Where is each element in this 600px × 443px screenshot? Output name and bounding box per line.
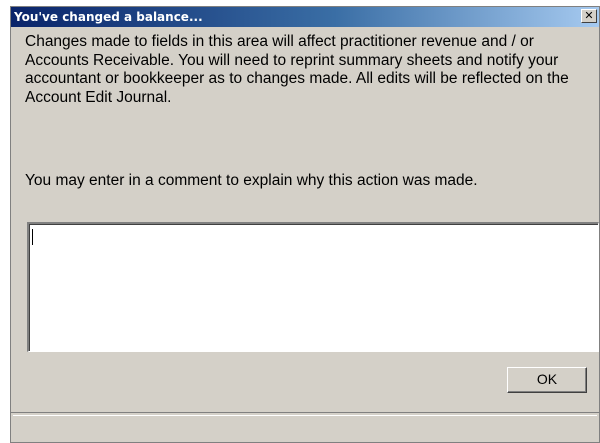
- ok-button[interactable]: OK: [507, 367, 587, 393]
- text-caret: [32, 229, 33, 245]
- window-title: You've changed a balance...: [14, 10, 203, 24]
- close-icon: ✕: [584, 9, 594, 22]
- title-bar[interactable]: You've changed a balance... ✕: [11, 7, 599, 27]
- status-bar: [11, 412, 599, 442]
- status-bar-panel: [13, 415, 597, 440]
- message-paragraph-1: Changes made to fields in this area will…: [25, 33, 569, 106]
- dialog-window: You've changed a balance... ✕ Changes ma…: [10, 6, 600, 443]
- message-paragraph-2: You may enter in a comment to explain wh…: [25, 172, 478, 189]
- close-button[interactable]: ✕: [581, 9, 597, 23]
- comment-input[interactable]: [27, 222, 599, 352]
